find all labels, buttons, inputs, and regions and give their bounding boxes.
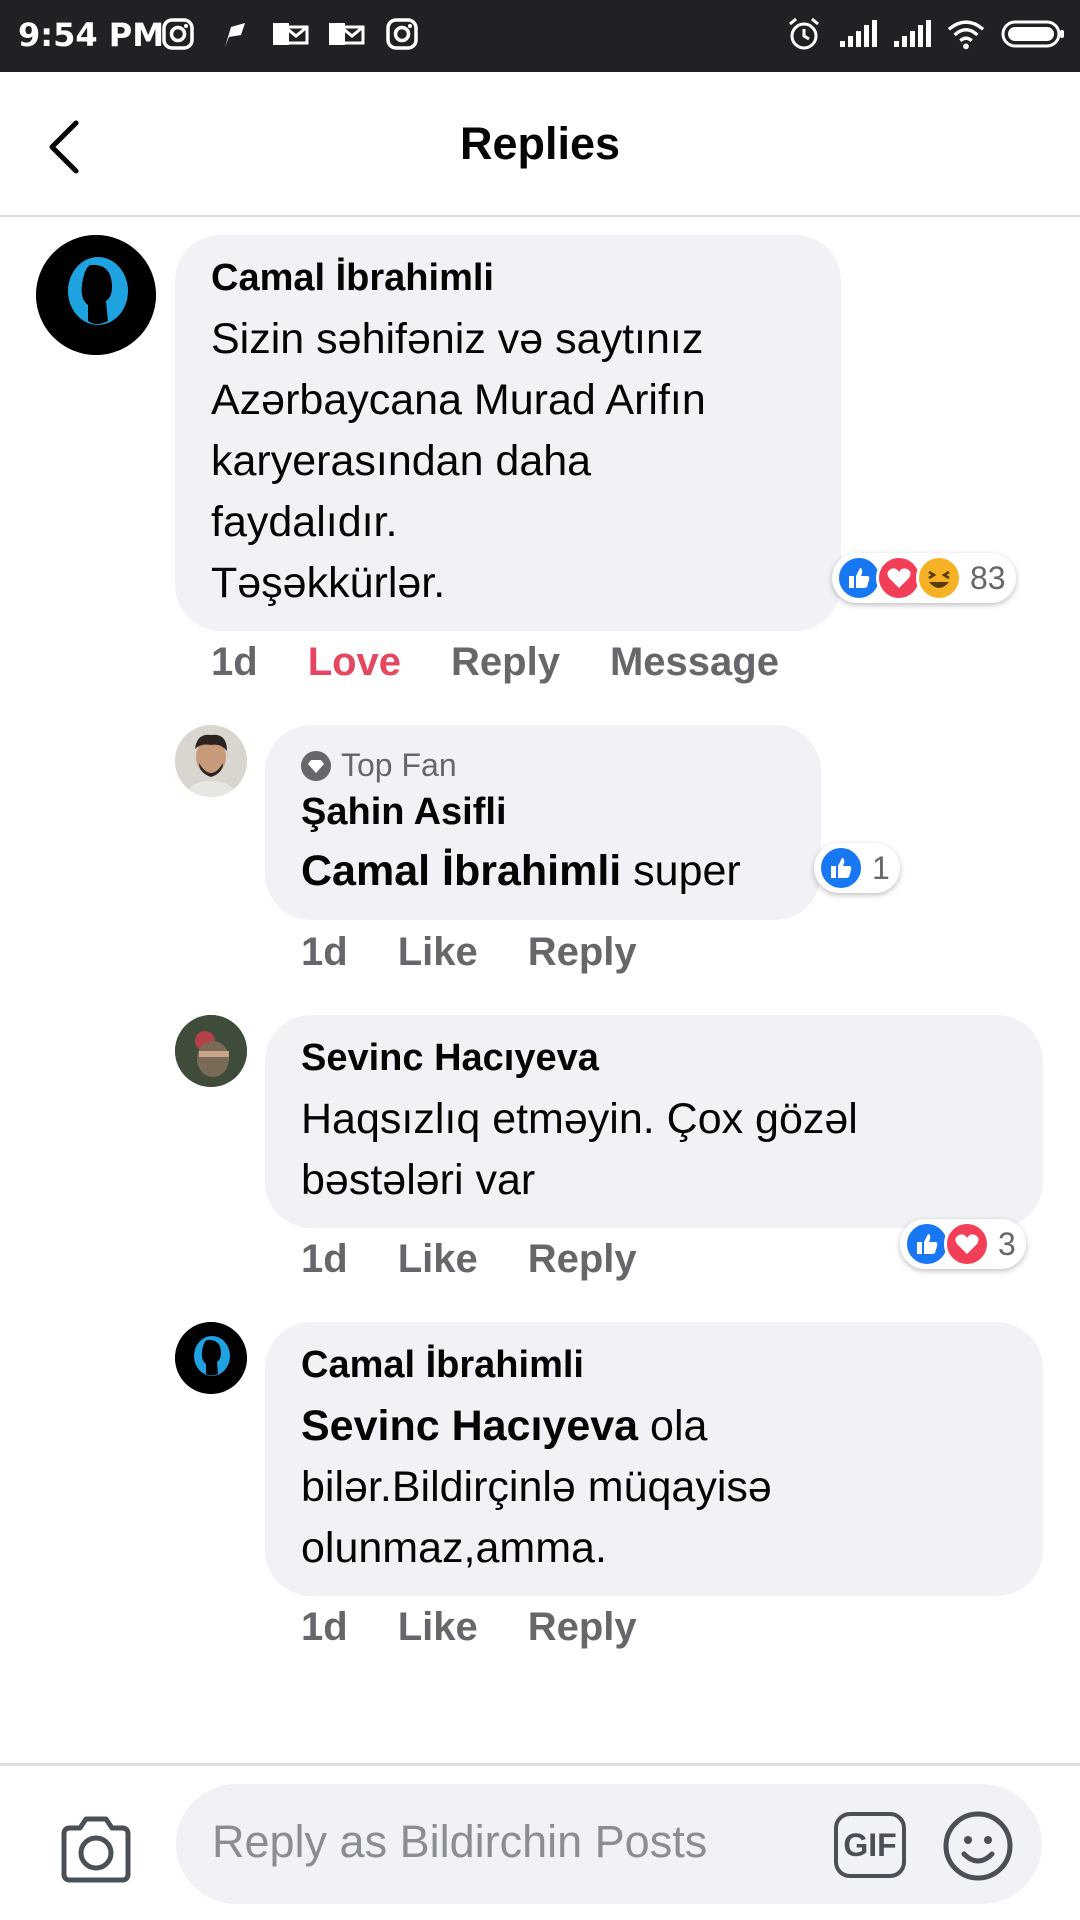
avatar[interactable] bbox=[175, 1015, 247, 1087]
avatar[interactable] bbox=[175, 1322, 247, 1394]
reactions-summary[interactable]: 83 bbox=[832, 553, 1016, 603]
message-button[interactable]: Message bbox=[610, 640, 779, 685]
reply-button[interactable]: Reply bbox=[528, 930, 637, 975]
instagram-icon bbox=[158, 14, 198, 54]
page-title: Replies bbox=[459, 118, 621, 169]
comment-bubble: Camal İbrahimli Sizin səhifəniz və saytı… bbox=[175, 235, 841, 631]
like-reaction-icon bbox=[818, 845, 864, 891]
comment-author[interactable]: Şahin Asifli bbox=[301, 791, 507, 834]
reaction-count: 83 bbox=[970, 559, 1006, 596]
reaction-count: 3 bbox=[998, 1225, 1016, 1262]
gif-button[interactable]: GIF bbox=[834, 1812, 906, 1878]
reactions-summary[interactable]: 3 bbox=[900, 1219, 1026, 1269]
avatar[interactable] bbox=[175, 725, 247, 797]
reply-input[interactable]: Reply as Bildirchin Posts GIF bbox=[176, 1784, 1042, 1904]
battery-icon bbox=[1000, 14, 1066, 54]
comment-actions: 1d Like Reply bbox=[301, 930, 687, 975]
comment-time[interactable]: 1d bbox=[301, 1605, 348, 1650]
reply-button[interactable]: Reply bbox=[451, 640, 560, 685]
reaction-count: 1 bbox=[872, 849, 890, 886]
wifi-icon bbox=[946, 14, 986, 54]
comment-bubble: Camal İbrahimli Sevinc Hacıyeva ola bilə… bbox=[265, 1322, 1043, 1596]
comment-author[interactable]: Camal İbrahimli bbox=[301, 1344, 584, 1387]
comment-text: Camal İbrahimli super bbox=[301, 847, 741, 895]
like-button[interactable]: Like bbox=[398, 1237, 478, 1282]
comment-text: Sevinc Hacıyeva ola bilər.Bildirçinlə mü… bbox=[301, 1402, 772, 1572]
reply-composer: Reply as Bildirchin Posts GIF bbox=[0, 1763, 1080, 1920]
status-bar: 9:54 PM bbox=[0, 0, 1080, 72]
mail-icon bbox=[270, 14, 310, 54]
love-button[interactable]: Love bbox=[308, 640, 401, 685]
comment-bubble: Top Fan Şahin Asifli Camal İbrahimli sup… bbox=[265, 725, 821, 920]
comment-actions: 1d Like Reply bbox=[301, 1605, 687, 1650]
diamond-icon bbox=[301, 750, 331, 781]
reply-placeholder: Reply as Bildirchin Posts bbox=[212, 1816, 708, 1867]
flag-icon bbox=[214, 14, 254, 54]
comment-actions: 1d Like Reply bbox=[301, 1237, 687, 1282]
comment-author[interactable]: Camal İbrahimli bbox=[211, 257, 494, 300]
alarm-icon bbox=[784, 14, 824, 54]
love-reaction-icon bbox=[944, 1221, 990, 1267]
signal-icon bbox=[892, 14, 932, 54]
comment-author[interactable]: Sevinc Hacıyeva bbox=[301, 1037, 599, 1080]
top-fan-badge: Top Fan bbox=[301, 747, 457, 784]
comment-time[interactable]: 1d bbox=[301, 1237, 348, 1282]
status-time: 9:54 PM bbox=[18, 16, 165, 54]
mention-link[interactable]: Camal İbrahimli bbox=[301, 847, 621, 895]
avatar[interactable] bbox=[36, 235, 156, 355]
emoji-icon[interactable] bbox=[942, 1810, 1014, 1882]
reply-button[interactable]: Reply bbox=[528, 1605, 637, 1650]
camera-icon[interactable] bbox=[56, 1810, 136, 1890]
reactions-summary[interactable]: 1 bbox=[814, 843, 900, 893]
comment-time[interactable]: 1d bbox=[211, 640, 258, 685]
mention-link[interactable]: Sevinc Hacıyeva bbox=[301, 1402, 638, 1450]
like-button[interactable]: Like bbox=[398, 1605, 478, 1650]
app-header: Replies bbox=[0, 72, 1080, 217]
comment-bubble: Sevinc Hacıyeva Haqsızlıq etməyin. Çox g… bbox=[265, 1015, 1043, 1228]
like-button[interactable]: Like bbox=[398, 930, 478, 975]
haha-reaction-icon bbox=[916, 555, 962, 601]
reply-button[interactable]: Reply bbox=[528, 1237, 637, 1282]
signal-icon bbox=[838, 14, 878, 54]
mail-icon bbox=[326, 14, 366, 54]
instagram-icon bbox=[382, 14, 422, 54]
comment-text: Haqsızlıq etməyin. Çox gözəl bəstələri v… bbox=[301, 1095, 858, 1204]
comment-text: Sizin səhifəniz və saytınız Azərbaycana … bbox=[211, 315, 706, 607]
comment-actions: 1d Love Reply Message bbox=[211, 640, 829, 685]
comment-time[interactable]: 1d bbox=[301, 930, 348, 975]
